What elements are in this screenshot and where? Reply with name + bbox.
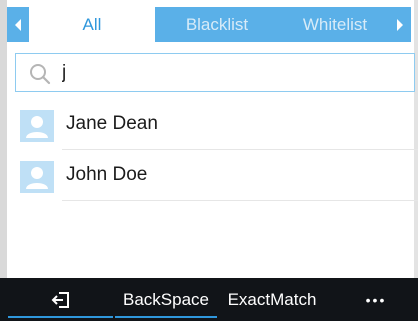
person-icon: [26, 116, 48, 138]
caret-right-icon: [397, 18, 403, 31]
tab-scroll-left-button[interactable]: [7, 7, 29, 42]
tab-blacklist-label: Blacklist: [185, 14, 249, 34]
exit-underline: [8, 316, 113, 318]
contact-name: Jane Dean: [66, 113, 158, 134]
list-item[interactable]: Jane Dean: [0, 100, 418, 150]
search-input[interactable]: [62, 59, 392, 87]
search-box[interactable]: [15, 53, 415, 92]
exact-match-button[interactable]: ExactMatch: [218, 278, 326, 321]
avatar: [20, 161, 54, 193]
contact-name: John Doe: [66, 164, 148, 185]
bottom-bar: BackSpace ExactMatch •••: [0, 278, 418, 321]
caret-left-icon: [15, 18, 21, 31]
exit-icon: [51, 291, 69, 308]
person-icon: [26, 167, 48, 189]
exact-match-label: ExactMatch: [227, 289, 317, 309]
backspace-underline: [115, 316, 217, 318]
more-button[interactable]: •••: [345, 278, 407, 321]
tab-whitelist[interactable]: Whitelist: [279, 7, 391, 42]
more-icon: •••: [365, 291, 387, 308]
exit-button[interactable]: [8, 278, 113, 321]
tab-blacklist[interactable]: Blacklist: [157, 7, 277, 42]
tab-bar: All Blacklist Whitelist: [7, 7, 411, 42]
avatar: [20, 110, 54, 142]
row-divider: [62, 200, 418, 201]
row-divider: [62, 149, 418, 150]
tab-whitelist-label: Whitelist: [302, 14, 368, 34]
tab-all-label: All: [82, 14, 102, 34]
list-item[interactable]: John Doe: [0, 151, 418, 201]
backspace-button[interactable]: BackSpace: [115, 278, 217, 321]
tab-scroll-right-button[interactable]: [389, 7, 411, 42]
backspace-label: BackSpace: [123, 289, 209, 309]
tab-all[interactable]: All: [29, 7, 155, 42]
search-icon: [30, 64, 51, 85]
